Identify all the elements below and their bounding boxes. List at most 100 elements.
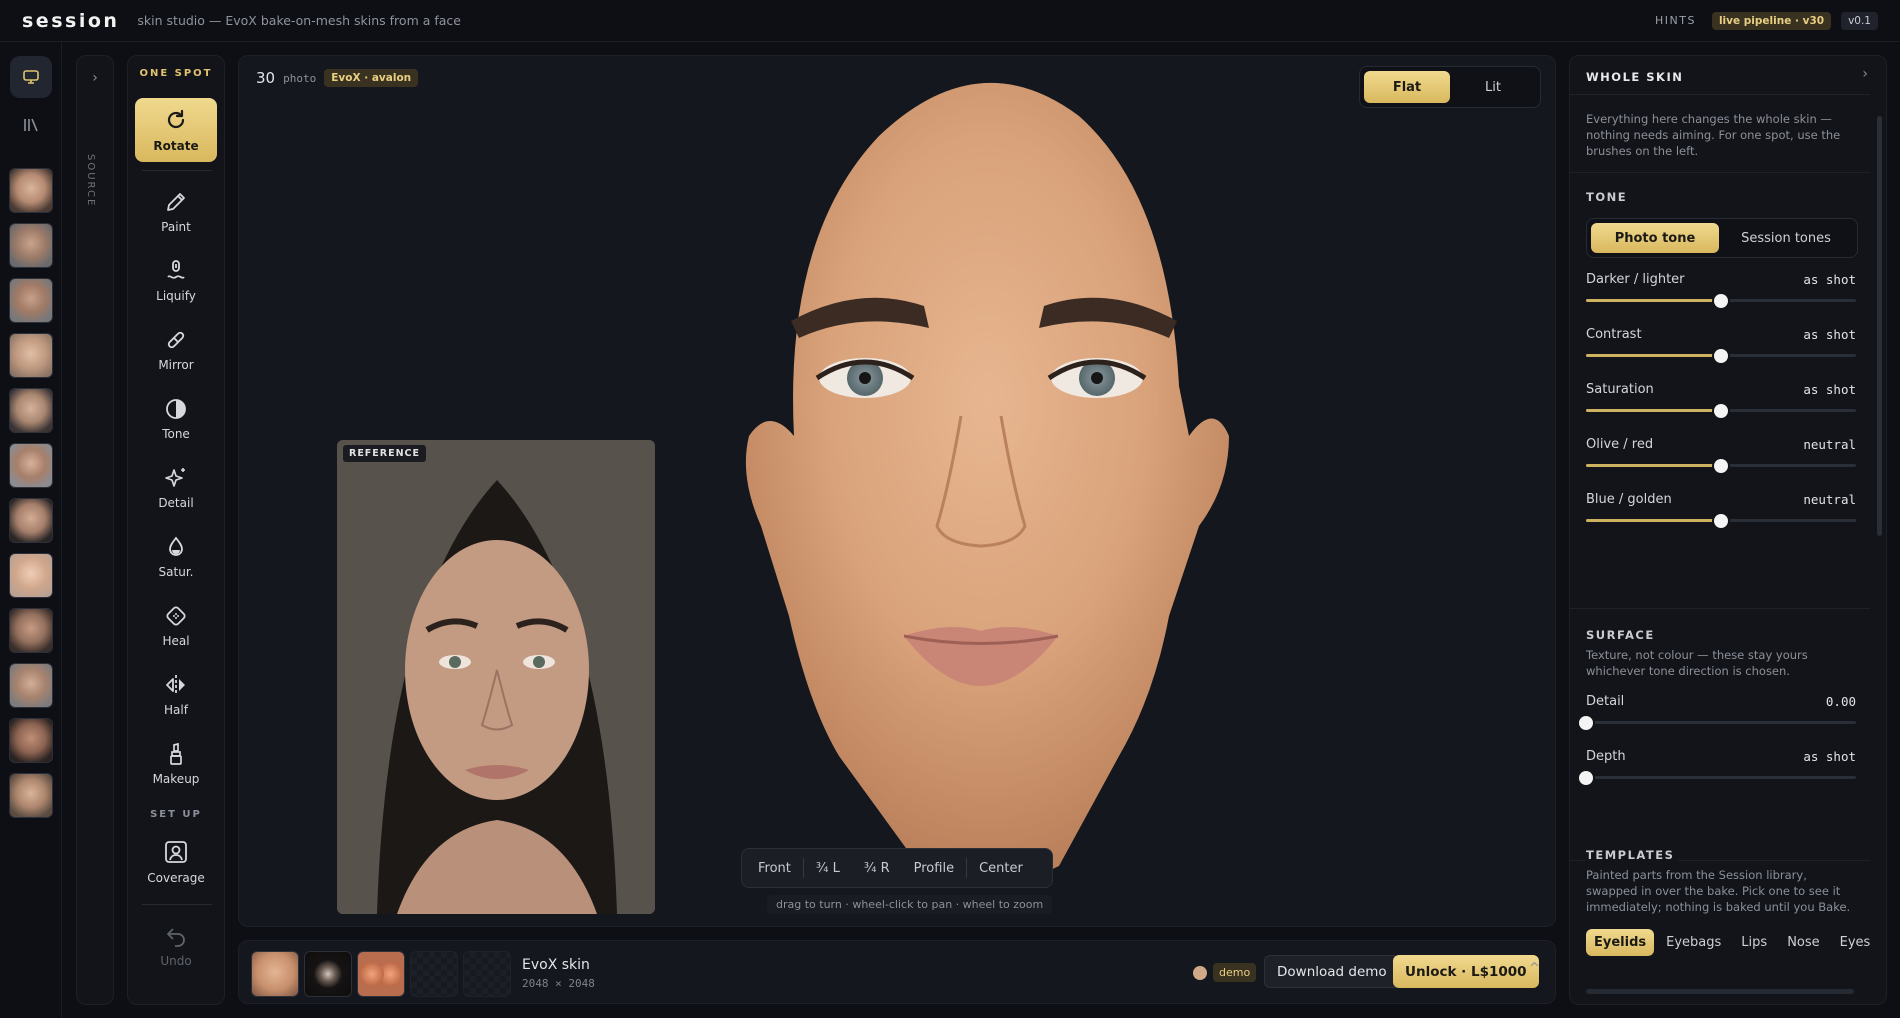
download-demo-button[interactable]: Download demo [1264, 955, 1400, 988]
mode-lit[interactable]: Lit [1450, 71, 1536, 103]
slider-darker-lighter[interactable]: Darker / lighter as shot [1586, 272, 1856, 322]
tab-nose[interactable]: Nose [1779, 929, 1827, 956]
empty-swatch[interactable] [410, 951, 458, 997]
slider-track[interactable] [1586, 721, 1856, 724]
demo-badge: demo [1213, 963, 1257, 982]
mode-flat[interactable]: Flat [1364, 71, 1450, 103]
pipeline-badge: live pipeline · v30 [1711, 11, 1832, 30]
panel-scrollbar-vertical[interactable] [1877, 116, 1882, 536]
face-thumbnail[interactable] [9, 608, 53, 653]
view-profile-button[interactable]: Profile [902, 861, 966, 876]
undo-icon [167, 928, 185, 947]
tone-heading: TONE [1586, 190, 1628, 204]
version-badge: v0.1 [1841, 11, 1878, 30]
rail-photo-button[interactable] [10, 56, 52, 98]
tool-mirror[interactable]: Mirror [135, 318, 217, 382]
tab-eyelids[interactable]: Eyelids [1586, 929, 1655, 956]
source-expand-icon[interactable]: › [77, 70, 113, 86]
tab-eyebags[interactable]: Eyebags [1658, 929, 1729, 956]
slider-handle[interactable] [1579, 771, 1593, 785]
set-up-heading: SET UP [150, 809, 202, 820]
panel-scrollbar-horizontal[interactable] [1586, 989, 1854, 994]
tool-heal[interactable]: Heal [135, 594, 217, 658]
tab-eyes[interactable]: Eyes [1832, 929, 1879, 956]
face-thumbnail[interactable] [9, 663, 53, 708]
face-thumbnail[interactable] [9, 773, 53, 818]
face-thumbnail[interactable] [9, 498, 53, 543]
tool-detail[interactable]: Detail [135, 456, 217, 520]
tool-liquify[interactable]: Liquify [135, 249, 217, 313]
slider-handle[interactable] [1714, 349, 1728, 363]
face-thumbnail[interactable] [9, 718, 53, 763]
skin-map-swatch[interactable] [251, 951, 299, 997]
rotate-icon [167, 109, 185, 129]
slider-contrast[interactable]: Contrast as shot [1586, 327, 1856, 377]
slider-depth[interactable]: Depth as shot [1579, 749, 1856, 799]
view-front-button[interactable]: Front [746, 861, 803, 876]
slider-saturation[interactable]: Saturation as shot [1586, 382, 1856, 432]
lipstick-icon [170, 742, 182, 765]
half-icon [166, 675, 185, 695]
tool-half[interactable]: Half [135, 663, 217, 727]
slider-fill [1586, 519, 1721, 522]
divider [142, 170, 212, 171]
one-spot-heading: ONE SPOT [139, 68, 213, 79]
slider-handle[interactable] [1714, 514, 1728, 528]
tool-tone[interactable]: Tone [135, 387, 217, 451]
slider-value: as shot [1803, 749, 1856, 764]
whole-skin-panel: WHOLE SKIN › Everything here changes the… [1569, 55, 1887, 1005]
empty-swatch[interactable] [463, 951, 511, 997]
slider-blue-golden[interactable]: Blue / golden neutral [1586, 492, 1856, 542]
face-thumbnail[interactable] [9, 223, 53, 268]
tool-rotate[interactable]: Rotate [135, 98, 217, 162]
slider-track[interactable] [1586, 776, 1856, 779]
tool-saturation[interactable]: Satur. [135, 525, 217, 589]
slider-handle[interactable] [1714, 294, 1728, 308]
surface-description: Texture, not colour — these stay yours w… [1586, 648, 1808, 678]
slider-olive-red[interactable]: Olive / red neutral [1586, 437, 1856, 487]
view-center-button[interactable]: Center [967, 861, 1035, 876]
tab-session-tones[interactable]: Session tones [1719, 223, 1853, 253]
slider-label: Contrast [1586, 327, 1642, 342]
liquify-icon [167, 260, 185, 279]
photo-count: 30 [256, 69, 276, 87]
reference-photo[interactable]: REFERENCE [337, 440, 655, 914]
tool-coverage[interactable]: Coverage [135, 830, 217, 894]
slider-handle[interactable] [1714, 459, 1728, 473]
head-model[interactable] [699, 56, 1259, 876]
head-map-swatch[interactable] [357, 951, 405, 997]
undo-button[interactable]: Undo [135, 914, 217, 978]
tab-photo-tone[interactable]: Photo tone [1591, 223, 1719, 253]
view-three-quarter-left-button[interactable]: ¾ L [804, 861, 852, 876]
tool-paint[interactable]: Paint [135, 180, 217, 244]
panel-collapse-icon[interactable]: › [1862, 66, 1868, 82]
templates-description: Painted parts from the Session library, … [1586, 868, 1851, 914]
user-frame-icon [165, 841, 187, 863]
hints-button[interactable]: HINTS [1655, 14, 1696, 27]
slider-detail[interactable]: Detail 0.00 [1579, 694, 1856, 744]
rail-library-button[interactable] [10, 104, 52, 146]
expand-caret-icon[interactable]: ^ [1529, 961, 1540, 976]
slider-fill [1586, 354, 1721, 357]
droplet-icon [169, 536, 183, 556]
face-thumbnail[interactable] [9, 388, 53, 433]
tool-makeup[interactable]: Makeup [135, 732, 217, 796]
slider-fill [1586, 464, 1721, 467]
source-panel[interactable]: › SOURCE [76, 55, 114, 1005]
slider-fill [1586, 299, 1721, 302]
navigation-hint: drag to turn · wheel-click to pan · whee… [767, 895, 1053, 914]
eye-map-swatch[interactable] [304, 951, 352, 997]
face-thumbnail[interactable] [9, 333, 53, 378]
face-thumbnail[interactable] [9, 443, 53, 488]
source-thumbnails [9, 168, 53, 818]
unlock-button[interactable]: Unlock · L$1000 [1393, 955, 1539, 988]
view-three-quarter-right-button[interactable]: ¾ R [852, 861, 902, 876]
3d-viewport[interactable]: 30 photo EvoX · avalon Flat Lit REFERENC… [238, 55, 1556, 927]
face-thumbnail[interactable] [9, 553, 53, 598]
face-thumbnail[interactable] [9, 168, 53, 213]
slider-label: Depth [1586, 749, 1626, 764]
slider-handle[interactable] [1714, 404, 1728, 418]
tab-lips[interactable]: Lips [1733, 929, 1775, 956]
slider-handle[interactable] [1579, 716, 1593, 730]
face-thumbnail[interactable] [9, 278, 53, 323]
